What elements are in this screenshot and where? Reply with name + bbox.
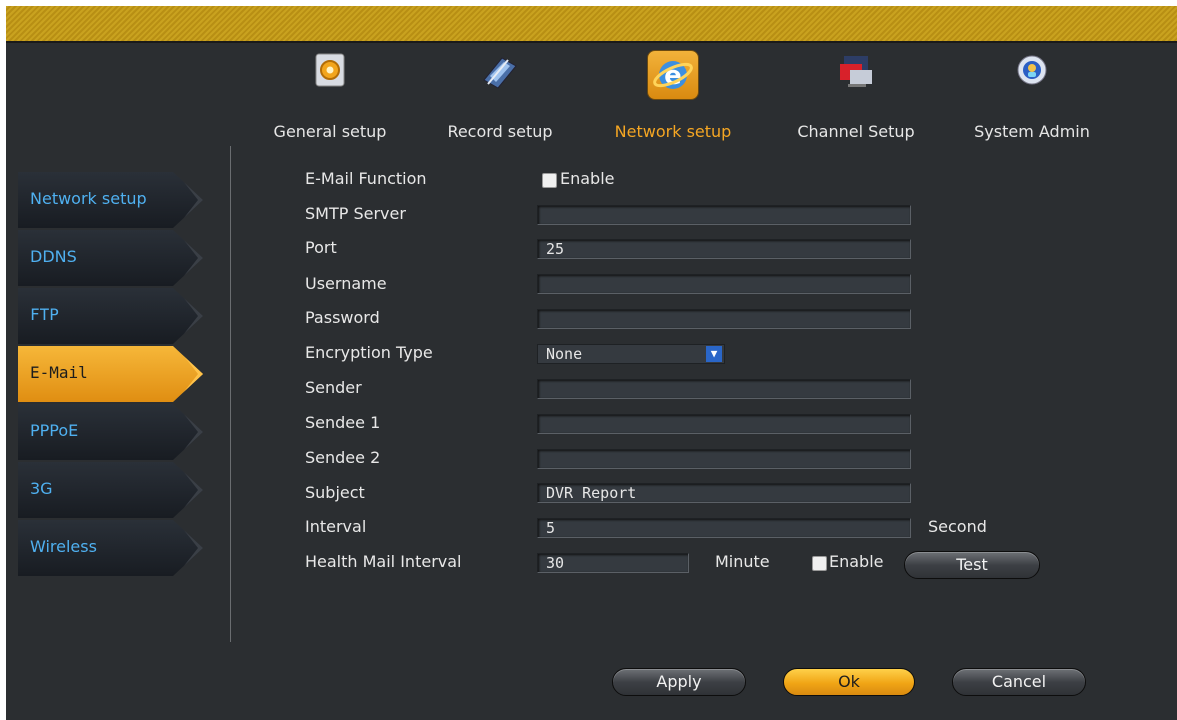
email-function-label: E-Mail Function <box>305 169 427 188</box>
sidebar-item-label: DDNS <box>30 247 77 266</box>
tab-network-setup[interactable]: e Network setup <box>603 50 743 141</box>
health-enable-label: Enable <box>829 552 884 571</box>
sidebar-item-label: FTP <box>30 305 59 324</box>
subject-field[interactable]: DVR Report <box>537 483 911 503</box>
test-button[interactable]: Test <box>904 551 1040 579</box>
channel-icon <box>836 50 876 90</box>
tab-system-admin[interactable]: System Admin <box>962 50 1102 141</box>
subject-label: Subject <box>305 483 365 502</box>
tab-label: Record setup <box>447 122 553 141</box>
gear-icon <box>310 50 350 90</box>
health-unit-label: Minute <box>715 552 770 571</box>
vertical-divider <box>230 146 231 642</box>
tab-label: Network setup <box>614 122 732 141</box>
chevron-right-icon <box>176 172 203 228</box>
tab-label: Channel Setup <box>797 122 915 141</box>
username-field[interactable] <box>537 274 911 294</box>
sendee2-field[interactable] <box>537 449 911 469</box>
system-admin-icon <box>1012 50 1052 90</box>
chevron-right-icon <box>176 462 203 518</box>
chevron-right-icon <box>176 404 203 460</box>
sender-field[interactable] <box>537 379 911 399</box>
tab-general-setup[interactable]: General setup <box>260 50 400 141</box>
tab-channel-setup[interactable]: Channel Setup <box>786 50 926 141</box>
tab-label: General setup <box>273 122 387 141</box>
email-enable-label: Enable <box>560 169 615 188</box>
title-bar <box>6 6 1177 43</box>
sidebar-item-pppoe[interactable]: PPPoE <box>18 404 203 460</box>
apply-button[interactable]: Apply <box>612 668 746 696</box>
sendee1-field[interactable] <box>537 414 911 434</box>
port-field[interactable]: 25 <box>537 239 911 259</box>
password-field[interactable] <box>537 309 911 329</box>
sendee2-label: Sendee 2 <box>305 448 381 467</box>
sidebar-item-ftp[interactable]: FTP <box>18 288 203 344</box>
sendee1-label: Sendee 1 <box>305 413 381 432</box>
sidebar-item-email[interactable]: E-Mail <box>18 346 203 402</box>
sidebar-item-network-setup[interactable]: Network setup <box>18 172 203 228</box>
sidebar-item-label: Network setup <box>30 189 147 208</box>
interval-unit-label: Second <box>928 517 987 536</box>
tab-label: System Admin <box>974 122 1090 141</box>
sidebar-item-wireless[interactable]: Wireless <box>18 520 203 576</box>
health-enable-checkbox[interactable] <box>812 556 827 571</box>
chevron-right-icon <box>176 520 203 576</box>
tab-record-setup[interactable]: Record setup <box>430 50 570 141</box>
smtp-server-field[interactable] <box>537 205 911 225</box>
sidebar-item-label: PPPoE <box>30 421 79 440</box>
port-label: Port <box>305 238 337 257</box>
sidebar-item-label: 3G <box>30 479 53 498</box>
smtp-server-label: SMTP Server <box>305 204 406 223</box>
health-mail-interval-label: Health Mail Interval <box>305 552 462 571</box>
cancel-button[interactable]: Cancel <box>952 668 1086 696</box>
record-icon <box>480 50 520 90</box>
password-label: Password <box>305 308 380 327</box>
network-globe-icon: e <box>647 50 699 100</box>
sidebar-item-label: E-Mail <box>30 363 88 382</box>
chevron-right-icon <box>176 346 203 402</box>
encryption-type-select[interactable]: None ▼ <box>537 344 725 364</box>
interval-label: Interval <box>305 517 367 536</box>
sidebar-item-ddns[interactable]: DDNS <box>18 230 203 286</box>
health-mail-interval-field[interactable]: 30 <box>537 553 689 573</box>
sender-label: Sender <box>305 378 362 397</box>
interval-field[interactable]: 5 <box>537 518 911 538</box>
sidebar-item-3g[interactable]: 3G <box>18 462 203 518</box>
sidebar-item-label: Wireless <box>30 537 97 556</box>
chevron-down-icon: ▼ <box>706 346 722 362</box>
encryption-type-label: Encryption Type <box>305 343 433 362</box>
email-enable-checkbox[interactable] <box>542 173 557 188</box>
chevron-right-icon <box>176 288 203 344</box>
chevron-right-icon <box>176 230 203 286</box>
dvr-settings-window: General setup Record setup e Network set… <box>6 6 1177 720</box>
username-label: Username <box>305 274 387 293</box>
encryption-type-value: None <box>546 345 583 363</box>
ok-button[interactable]: Ok <box>783 668 915 696</box>
